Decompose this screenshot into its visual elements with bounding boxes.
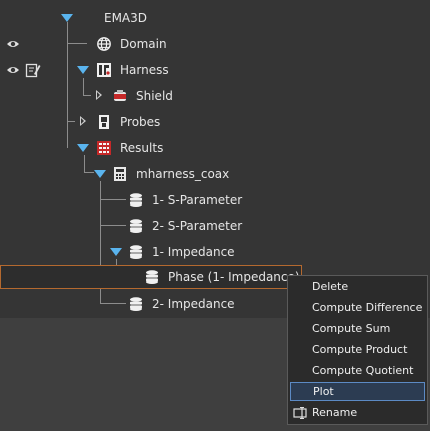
tree-root-label: EMA3D	[104, 11, 148, 25]
tree-item-impedance-2[interactable]: 2- Impedance	[128, 294, 235, 314]
database-icon	[130, 297, 142, 311]
tree-item-label: mharness_coax	[136, 167, 230, 181]
tree-root-ema3d[interactable]: EMA3D	[104, 8, 147, 28]
tree-line	[67, 22, 68, 148]
menu-item-compute-quotient[interactable]: Compute Quotient	[290, 361, 425, 380]
database-icon	[130, 193, 142, 207]
expand-toggle[interactable]	[80, 116, 86, 126]
menu-item-label: Delete	[312, 280, 349, 293]
tree-item-label: Phase (1- Impedance)	[168, 270, 300, 284]
menu-item-label: Plot	[313, 385, 334, 398]
menu-item-label: Rename	[312, 406, 358, 419]
menu-item-plot[interactable]: Plot	[290, 382, 425, 401]
tree-item-label: 2- Impedance	[152, 297, 235, 311]
tree-line	[100, 199, 126, 200]
tree-item-label: Harness	[120, 63, 169, 77]
menu-item-compute-product[interactable]: Compute Product	[290, 340, 425, 359]
tree-line	[84, 155, 85, 173]
expand-toggle[interactable]	[61, 14, 73, 22]
menu-item-label: Compute Product	[312, 343, 408, 356]
tree-item-mharness-coax[interactable]: mharness_coax	[112, 164, 229, 184]
tree-item-impedance-1[interactable]: 1- Impedance	[128, 242, 235, 262]
menu-item-rename[interactable]: Rename	[290, 403, 425, 422]
tree-item-label: Shield	[136, 89, 173, 103]
menu-item-label: Compute Difference	[312, 301, 423, 314]
database-icon	[130, 245, 142, 259]
tree-item-label: Domain	[120, 37, 167, 51]
tree-item-s-parameter-2[interactable]: 2- S-Parameter	[128, 216, 242, 236]
menu-item-delete[interactable]: Delete	[290, 277, 425, 296]
expand-toggle[interactable]	[94, 170, 106, 178]
tree-item-probes[interactable]: Probes	[96, 112, 160, 132]
menu-item-label: Compute Quotient	[312, 364, 414, 377]
tree-item-s-parameter-1[interactable]: 1- S-Parameter	[128, 190, 242, 210]
tree-item-results[interactable]: Results	[96, 138, 163, 158]
tree-item-label: 1- S-Parameter	[152, 193, 243, 207]
tree-line	[67, 121, 75, 122]
eye-icon[interactable]	[6, 39, 20, 49]
tree-item-shield[interactable]: Shield	[112, 86, 173, 106]
tree-line	[83, 78, 84, 96]
results-icon	[97, 141, 111, 155]
eye-icon[interactable]	[6, 65, 20, 75]
menu-item-compute-sum[interactable]: Compute Sum	[290, 319, 425, 338]
expand-toggle[interactable]	[77, 144, 89, 152]
tree-line	[100, 225, 126, 226]
tree-item-label: 1- Impedance	[152, 245, 235, 259]
edit-icon[interactable]	[25, 62, 41, 78]
context-menu: Delete Compute Difference Compute Sum Co…	[287, 275, 428, 425]
tree-item-harness[interactable]: Harness	[96, 60, 169, 80]
database-icon	[130, 219, 142, 233]
expand-toggle[interactable]	[96, 90, 102, 100]
tree-line	[100, 303, 126, 304]
tree-item-domain[interactable]: Domain	[96, 34, 167, 54]
harness-icon	[97, 63, 111, 77]
tree-line	[67, 43, 87, 44]
calculator-icon	[114, 167, 126, 181]
tree-line	[84, 172, 94, 173]
menu-item-label: Compute Sum	[312, 322, 391, 335]
expand-toggle[interactable]	[77, 66, 89, 74]
expand-toggle[interactable]	[110, 248, 122, 256]
tree-item-phase-impedance[interactable]: Phase (1- Impedance)	[144, 267, 300, 287]
tree-item-label: Probes	[120, 115, 161, 129]
tree-item-label: Results	[120, 141, 164, 155]
rename-icon	[293, 407, 307, 419]
tree-item-label: 2- S-Parameter	[152, 219, 243, 233]
database-icon	[146, 270, 158, 284]
globe-icon	[97, 37, 111, 51]
probe-icon	[99, 115, 109, 129]
shield-icon	[114, 90, 126, 101]
tree-line	[83, 95, 91, 96]
menu-item-compute-difference[interactable]: Compute Difference	[290, 298, 425, 317]
